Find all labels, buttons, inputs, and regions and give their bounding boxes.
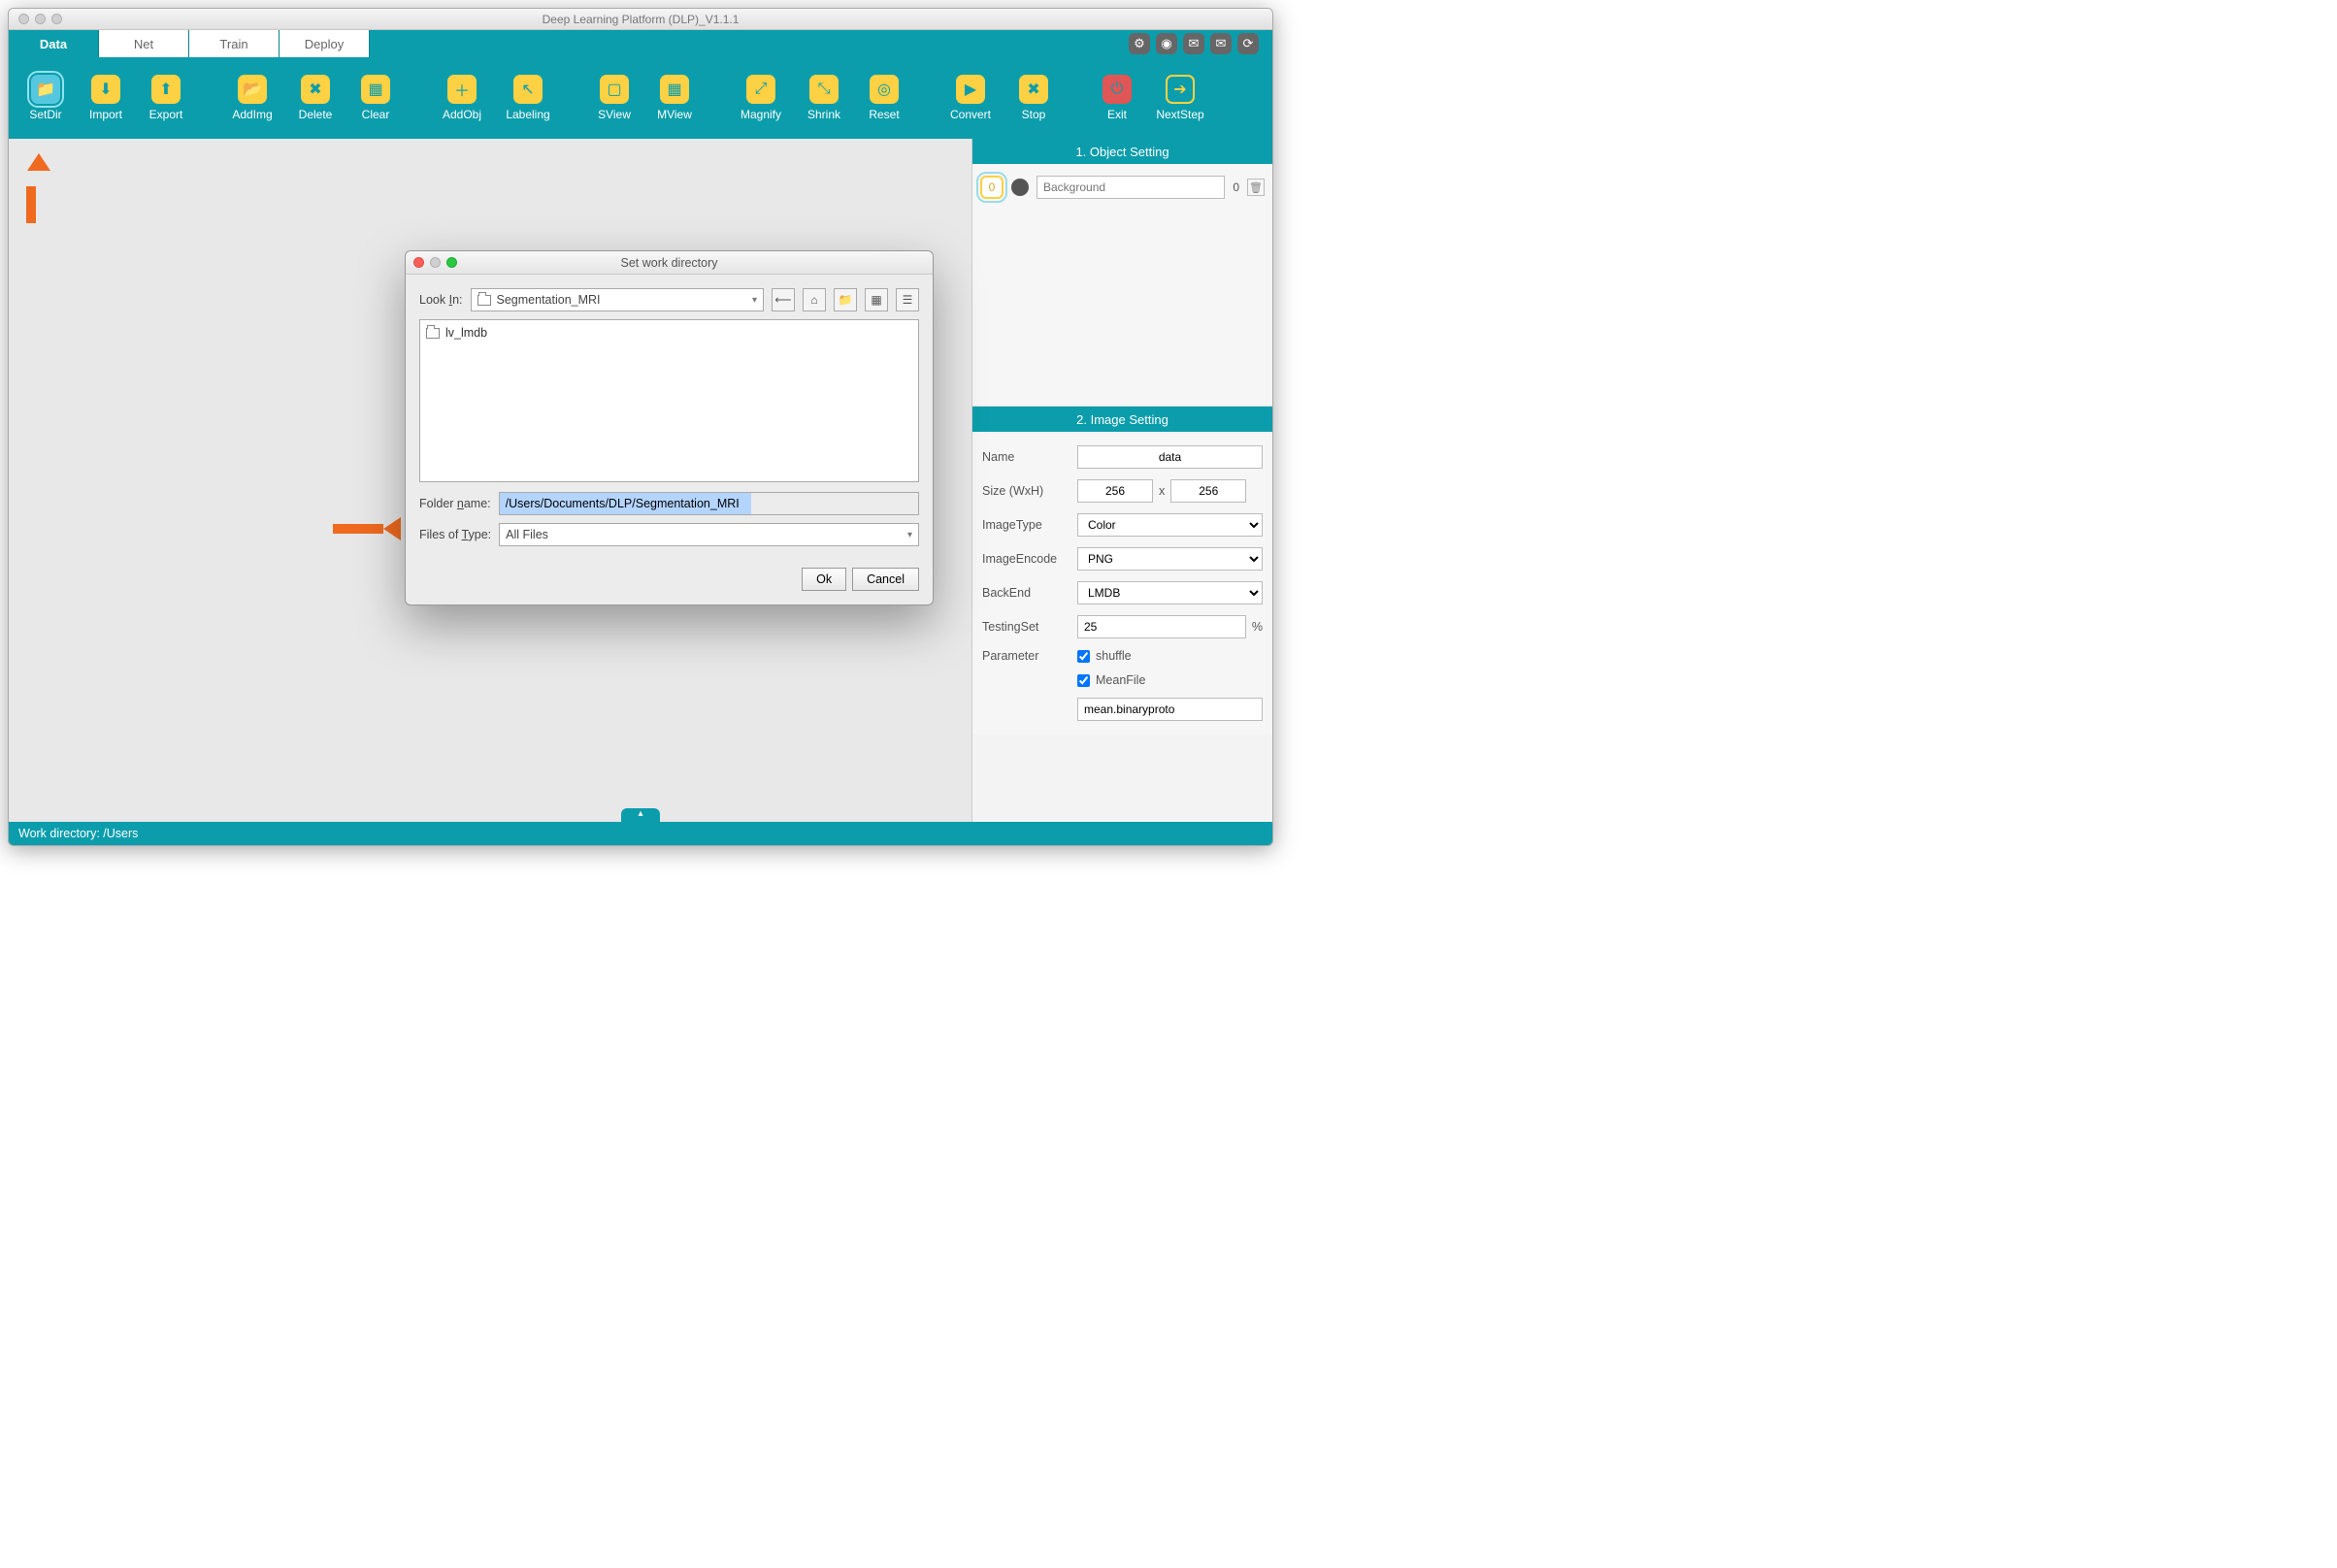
tool-magnify[interactable]: ⤢Magnify (731, 75, 791, 121)
view-list-icon[interactable]: ☰ (896, 288, 919, 311)
set-work-directory-dialog: Set work directory Look In: Segmentation… (405, 250, 934, 605)
image-setting-header: 2. Image Setting (972, 407, 1272, 432)
img-x-icon: ✖ (301, 75, 330, 104)
tool-export[interactable]: ⬆Export (139, 75, 193, 121)
contract-icon: ⤡ (809, 75, 839, 104)
tab-strip: Data Net Train Deploy ⚙ ◉ ✉ ✉ ⟳ (9, 30, 1272, 57)
upload-icon: ⬆ (151, 75, 181, 104)
tool-clear[interactable]: ▦Clear (348, 75, 403, 121)
img-clear-icon: ▦ (361, 75, 390, 104)
backend-select[interactable]: LMDB (1077, 581, 1263, 604)
label-size: Size (WxH) (982, 484, 1071, 498)
object-count: 0 (1233, 180, 1239, 194)
folder-icon: 📁 (31, 75, 60, 104)
chat-icon[interactable]: ✉ (1183, 33, 1204, 54)
name-input[interactable] (1077, 445, 1263, 469)
object-setting-header: 1. Object Setting (972, 139, 1272, 164)
tab-deploy[interactable]: Deploy (280, 30, 370, 57)
refresh-icon[interactable]: ⟳ (1237, 33, 1259, 54)
folder-icon (477, 295, 491, 306)
view-grid-icon[interactable]: ▦ (865, 288, 888, 311)
label-testing: TestingSet (982, 620, 1071, 634)
file-list[interactable]: lv_lmdb (419, 319, 919, 482)
object-index-badge[interactable]: 0 (980, 176, 1004, 199)
cancel-button[interactable]: Cancel (852, 568, 919, 591)
label-backend: BackEnd (982, 586, 1071, 600)
tool-addimg[interactable]: 📂AddImg (222, 75, 282, 121)
folder-name-label: Folder name: (419, 497, 491, 510)
label-name: Name (982, 450, 1071, 464)
meanfile-checkbox[interactable] (1077, 674, 1090, 687)
files-of-type-label: Files of Type: (419, 528, 491, 541)
expand-icon: ⤢ (746, 75, 775, 104)
tool-shrink[interactable]: ⤡Shrink (797, 75, 851, 121)
titlebar: Deep Learning Platform (DLP)_V1.1.1 (9, 9, 1272, 30)
tool-setdir[interactable]: 📁SetDir (18, 75, 73, 121)
trash-icon[interactable]: 🗑 (1247, 179, 1265, 196)
tool-mview[interactable]: ▦MView (647, 75, 702, 121)
folder-icon (426, 328, 440, 339)
shuffle-checkbox[interactable] (1077, 650, 1090, 663)
folder-name-input[interactable] (499, 492, 919, 515)
play-icon: ▶ (956, 75, 985, 104)
tool-convert[interactable]: ▶Convert (940, 75, 1001, 121)
nav-back-icon[interactable]: ⟵ (772, 288, 795, 311)
label-imagetype: ImageType (982, 518, 1071, 532)
header-icons: ⚙ ◉ ✉ ✉ ⟳ (1129, 30, 1272, 57)
tool-import[interactable]: ⬇Import (79, 75, 133, 121)
tool-delete[interactable]: ✖Delete (288, 75, 343, 121)
statusbar: Work directory: /Users (9, 822, 1272, 845)
height-input[interactable] (1170, 479, 1246, 503)
list-item[interactable]: lv_lmdb (426, 326, 912, 340)
object-color-swatch[interactable] (1011, 179, 1029, 196)
mail-icon[interactable]: ✉ (1210, 33, 1232, 54)
cursor-icon: ↖ (513, 75, 543, 104)
tab-net[interactable]: Net (99, 30, 189, 57)
window-title: Deep Learning Platform (DLP)_V1.1.1 (9, 13, 1272, 26)
next-icon: ➔ (1166, 75, 1195, 104)
encode-select[interactable]: PNG (1077, 547, 1263, 571)
width-input[interactable] (1077, 479, 1153, 503)
label-encode: ImageEncode (982, 552, 1071, 566)
tool-nextstep[interactable]: ➔NextStep (1150, 75, 1210, 121)
folder-plus-icon: 📂 (238, 75, 267, 104)
expand-chevron-icon[interactable] (621, 808, 660, 822)
target-icon: ◎ (870, 75, 899, 104)
object-name-input[interactable] (1037, 176, 1225, 199)
side-panel: 1. Object Setting 0 0 🗑 2. Image Setting… (971, 139, 1272, 822)
status-text: Work directory: /Users (18, 827, 138, 840)
gear-icon[interactable]: ⚙ (1129, 33, 1150, 54)
exit-icon: ⏻ (1103, 75, 1132, 104)
tool-addobj[interactable]: ＋AddObj (432, 75, 492, 121)
tab-train[interactable]: Train (189, 30, 280, 57)
file-type-combo[interactable]: All Files (499, 523, 919, 546)
tool-sview[interactable]: ▢SView (587, 75, 642, 121)
tab-data[interactable]: Data (9, 30, 99, 57)
download-icon: ⬇ (91, 75, 120, 104)
toolbar: 📁SetDir ⬇Import ⬆Export 📂AddImg ✖Delete … (9, 57, 1272, 139)
ok-button[interactable]: Ok (802, 568, 846, 591)
compass-icon[interactable]: ◉ (1156, 33, 1177, 54)
imagetype-select[interactable]: Color (1077, 513, 1263, 537)
object-row: 0 0 🗑 (980, 176, 1265, 199)
label-parameter: Parameter (982, 649, 1071, 663)
single-view-icon: ▢ (600, 75, 629, 104)
nav-newfolder-icon[interactable]: 📁 (834, 288, 857, 311)
stop-icon: ✖ (1019, 75, 1048, 104)
multi-view-icon: ▦ (660, 75, 689, 104)
tool-stop[interactable]: ✖Stop (1006, 75, 1061, 121)
lookin-combo[interactable]: Segmentation_MRI (471, 288, 764, 311)
tool-exit[interactable]: ⏻Exit (1090, 75, 1144, 121)
lookin-label: Look In: (419, 293, 463, 307)
nav-up-icon[interactable]: ⌂ (803, 288, 826, 311)
tool-reset[interactable]: ◎Reset (857, 75, 911, 121)
testing-input[interactable] (1077, 615, 1246, 638)
meanfile-input[interactable] (1077, 698, 1263, 721)
plus-icon: ＋ (447, 75, 477, 104)
tool-labeling[interactable]: ↖Labeling (498, 75, 558, 121)
dialog-title: Set work directory (406, 256, 933, 270)
